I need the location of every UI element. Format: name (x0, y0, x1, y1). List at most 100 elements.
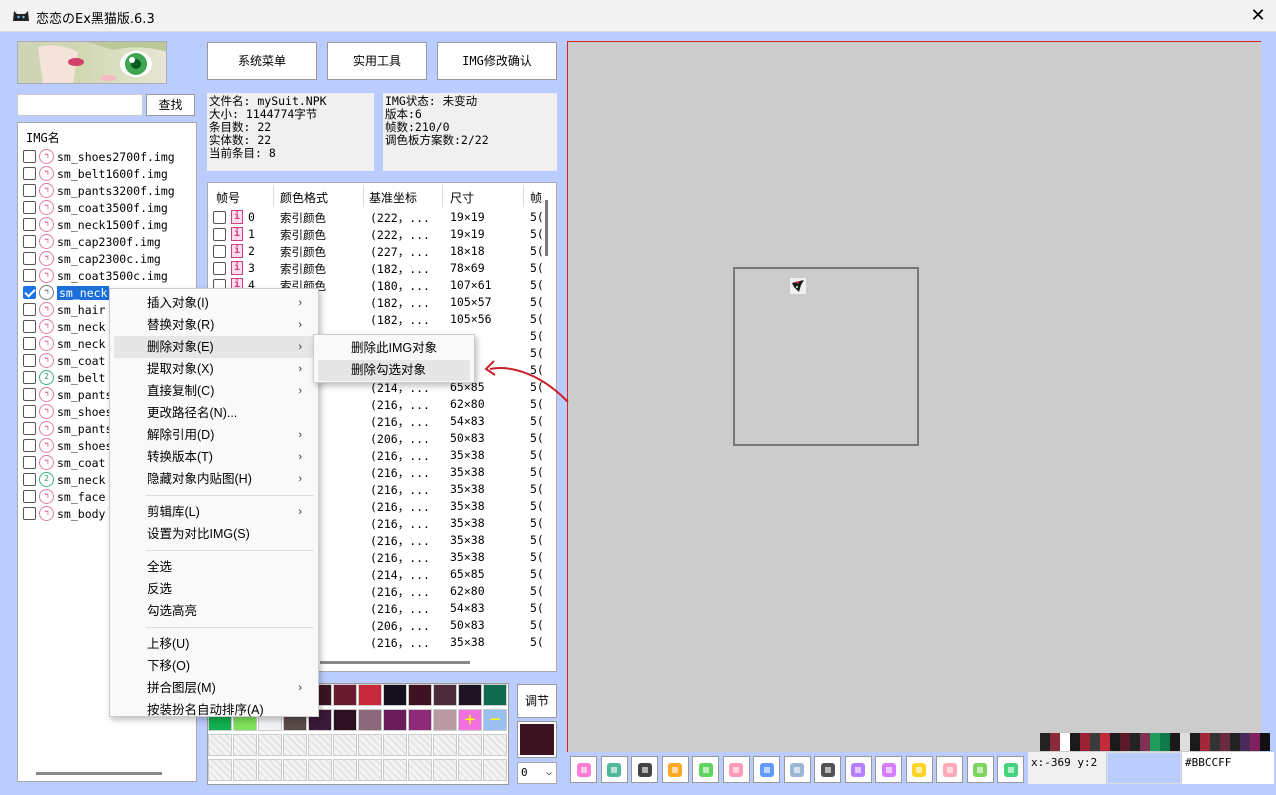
img-list-item[interactable]: ฯ sm_coat (23, 352, 105, 369)
img-list-scrollbar[interactable] (36, 772, 162, 775)
context-menu-item[interactable]: 拼合图层(M) › (114, 677, 314, 699)
context-menu-item[interactable]: 更改路径名(N)... (114, 402, 314, 424)
img-checkbox[interactable] (23, 337, 36, 350)
img-list-item[interactable]: 2 sm_neck (23, 471, 105, 488)
frame-icon[interactable] (570, 756, 597, 783)
history-swatch[interactable] (1070, 733, 1080, 751)
context-menu-item[interactable]: 转换版本(T) › (114, 446, 314, 468)
img-checkbox[interactable] (23, 252, 36, 265)
history-swatch[interactable] (1110, 733, 1120, 751)
history-swatch[interactable] (1150, 733, 1160, 751)
palette-swatch-empty[interactable] (233, 759, 257, 781)
img-checkbox[interactable] (23, 167, 36, 180)
column-header-frame-no[interactable]: 帧号 (216, 189, 240, 206)
img-list-item[interactable]: ฯ sm_pants (23, 420, 112, 437)
palette-swatch-empty[interactable] (283, 759, 307, 781)
palette-swatch-empty[interactable] (258, 734, 282, 756)
column-header-color-format[interactable]: 颜色格式 (280, 189, 328, 206)
img-checkbox[interactable] (23, 371, 36, 384)
palette-swatch-empty[interactable] (383, 734, 407, 756)
cloud-icon[interactable] (722, 756, 750, 783)
tools-button[interactable]: 实用工具 (327, 42, 427, 80)
history-swatch[interactable] (1170, 733, 1180, 751)
close-window-button[interactable]: ✕ (1240, 0, 1276, 32)
img-checkbox[interactable] (23, 490, 36, 503)
context-menu-item[interactable]: 替换对象(R) › (114, 314, 314, 336)
palette-swatch[interactable] (408, 709, 432, 731)
context-menu-item[interactable]: 全选 (114, 556, 314, 578)
film-icon[interactable] (631, 756, 658, 783)
context-menu-item[interactable]: 删除对象(E) › (114, 336, 314, 358)
palette-swatch-empty[interactable] (283, 734, 307, 756)
img-checkbox[interactable] (23, 422, 36, 435)
context-menu-item[interactable]: 提取对象(X) › (114, 358, 314, 380)
palette-swatch-empty[interactable] (233, 734, 257, 756)
palette-swatch[interactable] (458, 684, 482, 706)
img-checkbox[interactable] (23, 201, 36, 214)
palette-swatch-empty[interactable] (383, 759, 407, 781)
img-list-item[interactable]: ฯ sm_cap2300f.img (23, 233, 161, 250)
history-swatch[interactable] (1060, 733, 1070, 751)
palette-grid-icon[interactable] (600, 756, 628, 783)
palette-swatch-empty[interactable] (358, 759, 382, 781)
palette-swatch[interactable] (433, 684, 457, 706)
system-menu-button[interactable]: 系统菜单 (207, 42, 317, 80)
context-menu-item[interactable]: 按装扮名自动排序(A) (114, 699, 314, 721)
frame-table-vscroll[interactable] (545, 200, 548, 256)
history-swatch[interactable] (1130, 733, 1140, 751)
current-color-swatch[interactable] (517, 721, 557, 758)
history-swatch[interactable] (1210, 733, 1220, 751)
img-list-item[interactable]: ฯ sm_face (23, 488, 105, 505)
history-swatch[interactable] (1040, 733, 1050, 751)
pencil-icon[interactable] (844, 756, 872, 783)
img-list-item[interactable]: ฯ sm_neck (23, 284, 110, 301)
eyedropper-icon[interactable] (966, 756, 994, 783)
cat-face-icon[interactable] (661, 756, 689, 783)
palette-swatch-empty[interactable] (458, 734, 482, 756)
history-swatch[interactable] (1140, 733, 1150, 751)
history-swatch[interactable] (1240, 733, 1250, 751)
palette-swatch[interactable] (383, 684, 407, 706)
palette-swatch-empty[interactable] (208, 759, 232, 781)
context-menu-item[interactable]: 解除引用(D) › (114, 424, 314, 446)
img-checkbox[interactable] (23, 388, 36, 401)
palette-select[interactable]: 0 ⌵ (517, 762, 557, 784)
search-button[interactable]: 查找 (146, 94, 195, 116)
img-list-item[interactable]: 2 sm_belt (23, 369, 105, 386)
palette-swatch[interactable] (333, 709, 357, 731)
palette-swatch-empty[interactable] (308, 734, 332, 756)
add-color-button[interactable]: + (458, 709, 482, 731)
img-list-item[interactable]: ฯ sm_pants (23, 386, 112, 403)
palette-swatch-empty[interactable] (408, 734, 432, 756)
img-checkbox[interactable] (23, 473, 36, 486)
palette-swatch-empty[interactable] (483, 734, 507, 756)
frame-row[interactable]: i 1 索引颜色 (222，... 19×19 5( (208, 226, 548, 243)
move-icon[interactable] (783, 756, 811, 783)
frame-row[interactable]: i 3 索引颜色 (182，... 78×69 5( (208, 260, 548, 277)
history-swatch[interactable] (1180, 733, 1190, 751)
tag-icon[interactable] (997, 756, 1024, 783)
palette-swatch[interactable] (333, 684, 357, 706)
history-swatch[interactable] (1220, 733, 1230, 751)
context-menu-item[interactable]: 下移(O) (114, 655, 314, 677)
palette-swatch-empty[interactable] (258, 759, 282, 781)
eraser-icon[interactable] (936, 756, 963, 783)
palette-swatch[interactable] (358, 709, 382, 731)
frame-row[interactable]: i 2 索引颜色 (227，... 18×18 5( (208, 243, 548, 260)
img-list-item[interactable]: ฯ sm_body (23, 505, 105, 522)
img-checkbox[interactable] (23, 320, 36, 333)
frame-checkbox[interactable] (213, 211, 226, 224)
column-header-size[interactable]: 尺寸 (450, 189, 474, 206)
img-checkbox[interactable] (23, 184, 36, 197)
palette-swatch-empty[interactable] (358, 734, 382, 756)
img-checkbox[interactable] (23, 218, 36, 231)
frame-table-hscroll[interactable] (320, 661, 470, 664)
frame-checkbox[interactable] (213, 228, 226, 241)
context-menu-item[interactable]: 直接复制(C) › (114, 380, 314, 402)
img-checkbox[interactable] (23, 439, 36, 452)
palette-swatch-empty[interactable] (208, 734, 232, 756)
history-swatch[interactable] (1160, 733, 1170, 751)
history-swatch[interactable] (1050, 733, 1060, 751)
history-swatch[interactable] (1090, 733, 1100, 751)
history-swatch[interactable] (1080, 733, 1090, 751)
